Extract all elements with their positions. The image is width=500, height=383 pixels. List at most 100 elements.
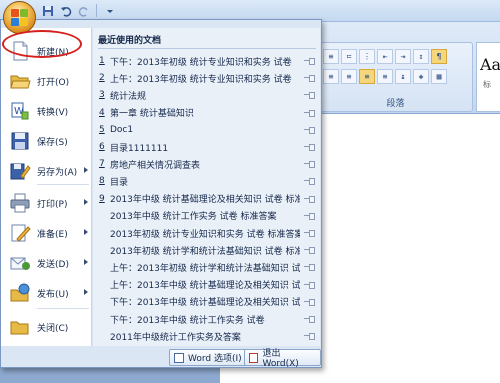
office-button[interactable] <box>3 1 36 34</box>
recent-document-item[interactable]: 7 房地产相关情况调查表 <box>93 156 320 172</box>
recent-document-item[interactable]: 6 目录1111111 <box>93 139 320 155</box>
exit-word-button[interactable]: 退出 Word(X) <box>244 349 321 369</box>
multilevel-list-button[interactable]: ⋮ <box>359 49 375 64</box>
decrease-indent-button[interactable]: ⇤ <box>377 49 393 64</box>
shading-button[interactable]: ◈ <box>413 69 429 84</box>
customize-qat-icon[interactable] <box>102 3 117 18</box>
recent-document-number: 8 <box>99 176 105 187</box>
recent-document-number: 2 <box>99 73 105 84</box>
pin-icon[interactable] <box>304 247 315 255</box>
align-right-button[interactable]: ≡ <box>359 69 375 84</box>
recent-document-item[interactable]: 下午：2013年中级 统计基础理论及相关知识 试卷 <box>93 294 320 310</box>
close-folder-icon <box>9 316 31 338</box>
recent-document-item[interactable]: 下午：2013年中级 统计工作实务 试卷 <box>93 311 320 327</box>
recent-document-item[interactable]: 上午：2013年中级 统计基础理论及相关知识 试卷 <box>93 277 320 293</box>
menu-item-9[interactable]: 发布(U) <box>1 278 92 308</box>
borders-button[interactable]: ▦ <box>431 69 447 84</box>
pin-icon[interactable] <box>304 264 315 272</box>
paragraph-group-label: 段落 <box>386 99 405 109</box>
prepare-icon <box>9 222 31 244</box>
menu-item-5[interactable]: 另存为(A) <box>1 156 92 186</box>
save-disk-icon <box>9 130 31 152</box>
pin-icon[interactable] <box>304 298 315 306</box>
recent-document-name: 目录 <box>110 177 129 188</box>
pin-icon[interactable] <box>304 126 315 134</box>
paragraph-row-1: ≡ ≔ ⋮ ⇤ ⇥ ↕ ¶ <box>323 49 447 64</box>
pin-icon[interactable] <box>304 144 315 151</box>
menu-item-2[interactable]: 打开(O) <box>1 66 92 96</box>
office-logo-icon <box>11 9 28 26</box>
undo-icon[interactable] <box>58 3 73 18</box>
menu-item-label: 准备(E) <box>37 229 68 240</box>
menu-separator <box>37 308 89 309</box>
recent-documents-panel: 最近使用的文档 1 下午：2013年初级 统计专业知识和实务 试卷 2 上午：2013… <box>93 28 320 346</box>
increase-indent-button[interactable]: ⇥ <box>395 49 411 64</box>
menu-item-1[interactable]: 新建(N) <box>1 36 92 66</box>
recent-document-number: 3 <box>99 90 105 101</box>
pin-icon[interactable] <box>304 230 315 237</box>
pin-icon[interactable] <box>304 316 315 323</box>
pin-icon[interactable] <box>304 178 315 186</box>
recent-document-number: 6 <box>99 142 105 152</box>
publish-icon <box>9 282 31 304</box>
toolbar-separator <box>96 4 97 17</box>
recent-document-name: 下午：2013年中级 统计基础理论及相关知识 试卷 <box>110 298 300 309</box>
line-spacing-button[interactable]: ↨ <box>395 69 411 84</box>
recent-document-item[interactable]: 上午：2013年初级 统计学和统计法基础知识 试卷 <box>93 259 320 275</box>
recent-document-number: 4 <box>99 107 105 118</box>
save-icon[interactable] <box>40 3 55 18</box>
recent-document-name: 下午：2013年初级 统计专业知识和实务 试卷 <box>110 57 292 68</box>
menu-item-8[interactable]: 发送(D) <box>1 248 92 278</box>
word-options-button[interactable]: Word 选项(I) <box>169 349 247 366</box>
show-marks-button[interactable]: ¶ <box>431 49 447 64</box>
pin-icon[interactable] <box>304 333 315 341</box>
menu-item-7[interactable]: 准备(E) <box>1 218 92 248</box>
recent-document-item[interactable]: 2 上午：2013年初级 统计专业知识和实务 试卷 <box>93 70 320 86</box>
recent-document-item[interactable]: 4 第一章 统计基础知识 <box>93 105 320 121</box>
align-center-button[interactable]: ≡ <box>341 69 357 84</box>
exit-word-label: 退出 Word(X) <box>262 349 299 369</box>
recent-document-name: 上午：2013年初级 统计学和统计法基础知识 试卷 <box>110 263 300 274</box>
pin-icon[interactable] <box>304 161 315 169</box>
menu-item-label: 转换(V) <box>37 107 69 118</box>
bullets-button[interactable]: ≡ <box>323 49 339 64</box>
numbering-button[interactable]: ≔ <box>341 49 357 64</box>
recent-document-item[interactable]: 3 统计法规 <box>93 87 320 103</box>
recent-document-item[interactable]: 2011年中级统计工作实务及答案 <box>93 328 320 344</box>
recent-document-name: 第一章 统计基础知识 <box>110 109 194 120</box>
recent-document-item[interactable]: 2013年初级 统计专业知识和实务 试卷 标准答案 <box>93 225 320 241</box>
pin-icon[interactable] <box>304 58 315 65</box>
menu-item-4[interactable]: 保存(S) <box>1 126 92 156</box>
menu-item-label: 打开(O) <box>37 77 70 88</box>
recent-document-name: 房地产相关情况调查表 <box>110 160 201 171</box>
submenu-arrow-icon <box>84 259 88 265</box>
pin-icon[interactable] <box>304 195 315 203</box>
pin-icon[interactable] <box>304 109 315 117</box>
recent-document-item[interactable]: 1 下午：2013年初级 统计专业知识和实务 试卷 <box>93 53 320 69</box>
recent-document-item[interactable]: 2013年中级 统计工作实务 试卷 标准答案 <box>93 208 320 224</box>
menu-footer: Word 选项(I) 退出 Word(X) <box>1 347 321 369</box>
word-options-label: Word 选项(I) <box>188 354 242 364</box>
pin-icon[interactable] <box>304 212 315 220</box>
sort-button[interactable]: ↕ <box>413 49 429 64</box>
pin-icon[interactable] <box>304 92 315 100</box>
quick-access-toolbar <box>40 3 117 18</box>
menu-item-6[interactable]: 打印(P) <box>1 188 92 218</box>
quick-styles-gallery[interactable]: Aa 标 <box>476 42 500 112</box>
pin-icon[interactable] <box>304 281 315 289</box>
recent-document-item[interactable]: 8 目录 <box>93 173 320 189</box>
menu-item-3[interactable]: W 转换(V) <box>1 96 92 126</box>
menu-commands: 新建(N) 打开(O) W 转换(V) 保存(S) 另存为(A) 打印(P) 准备(E) 发送(… <box>1 28 92 346</box>
recent-document-number: 1 <box>99 56 105 66</box>
redo-icon[interactable] <box>76 3 91 18</box>
recent-document-name: 2013年初级 统计专业知识和实务 试卷 标准答案 <box>110 229 300 240</box>
justify-button[interactable]: ≡ <box>377 69 393 84</box>
recent-document-number: 5 <box>99 124 105 135</box>
recent-document-item[interactable]: 9 2013年中级 统计基础理论及相关知识 试卷 标准... <box>93 191 320 207</box>
recent-document-item[interactable]: 2013年初级 统计学和统计法基础知识 试卷 标准... <box>93 242 320 258</box>
menu-item-10[interactable]: 关闭(C) <box>1 312 92 342</box>
submenu-arrow-icon <box>84 229 88 235</box>
pin-icon[interactable] <box>304 75 315 83</box>
recent-document-item[interactable]: 5 Doc1 <box>93 122 320 138</box>
align-left-button[interactable]: ≡ <box>323 69 339 84</box>
